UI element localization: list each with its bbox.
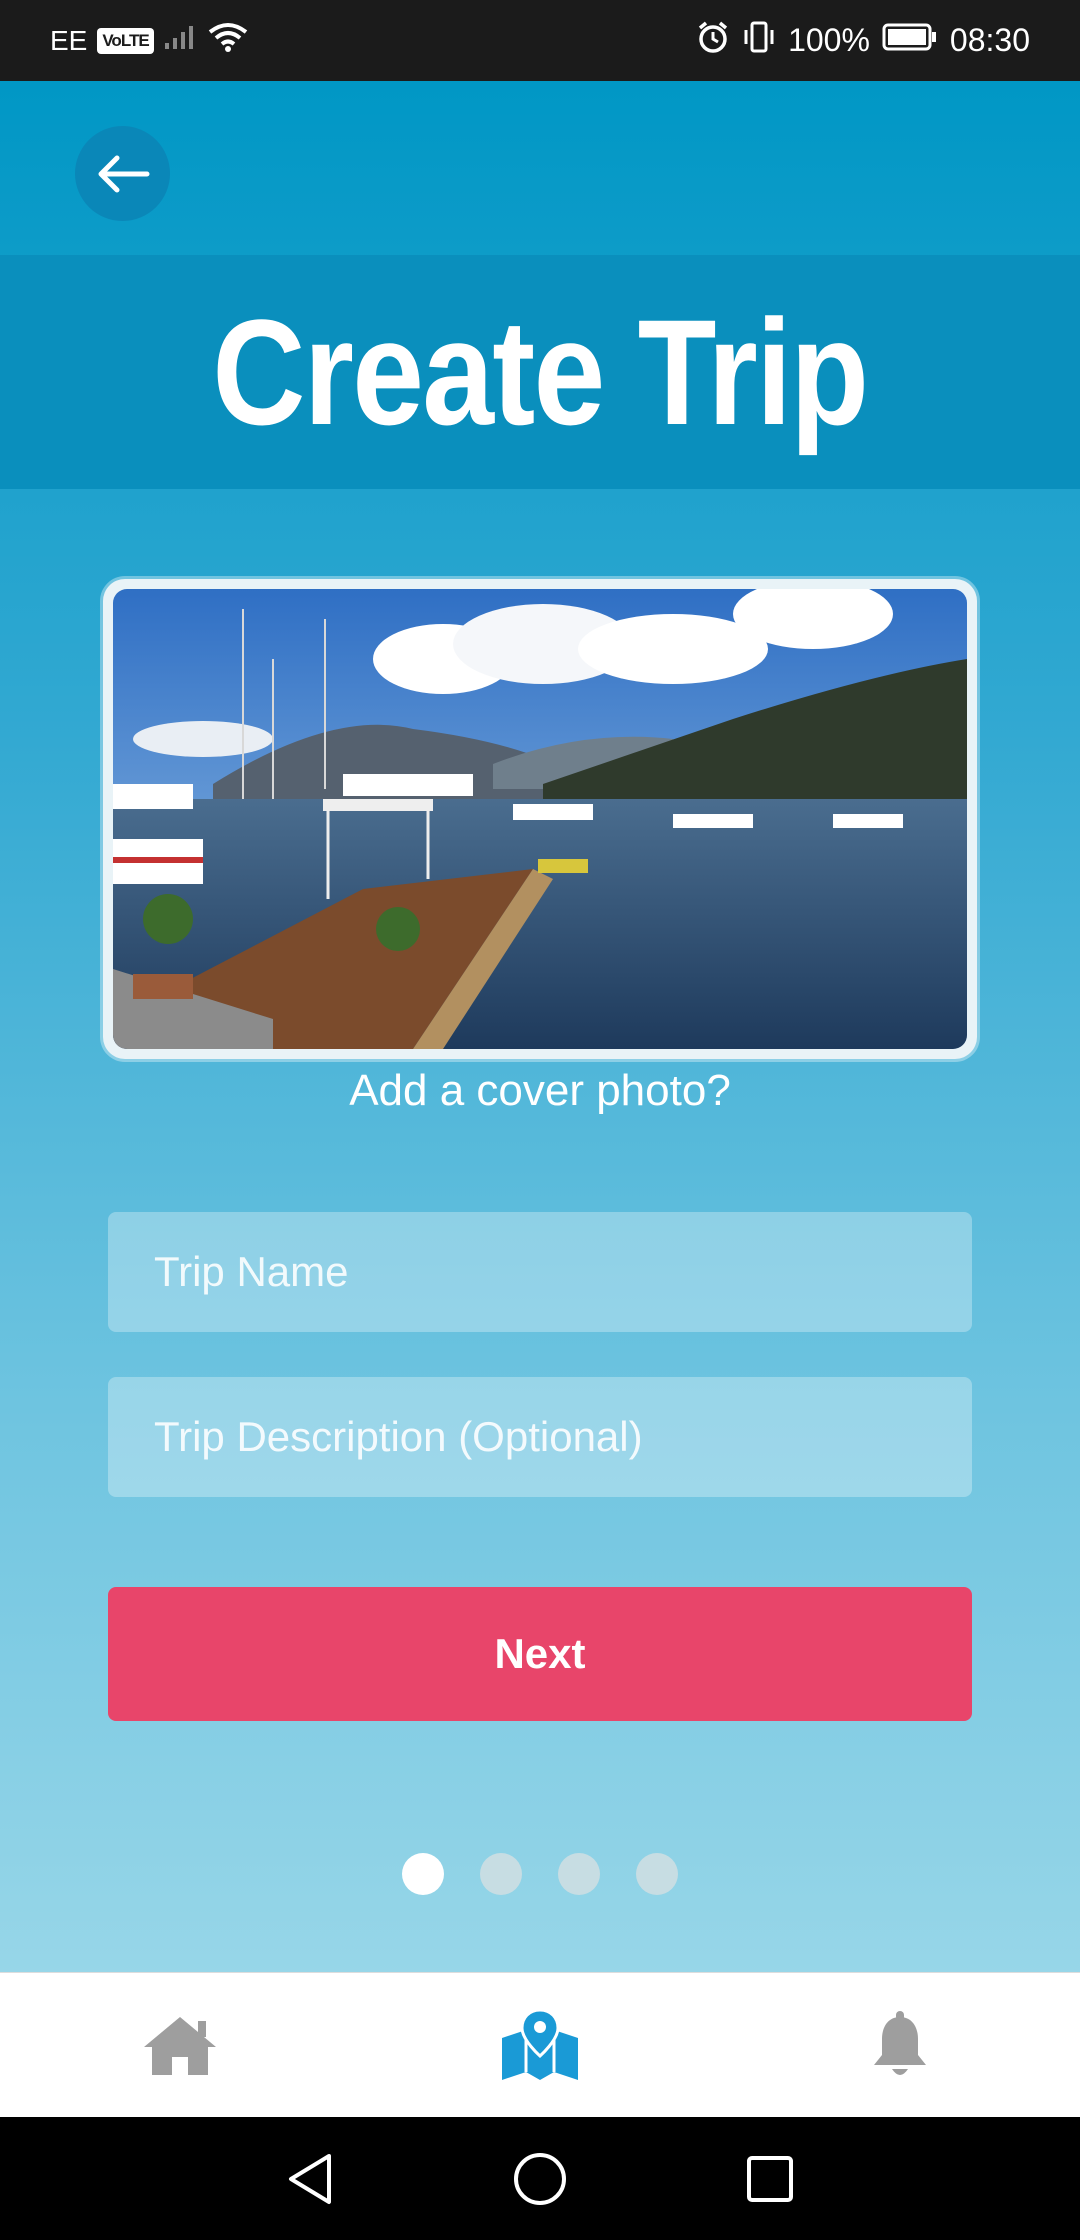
trip-description-input[interactable]	[108, 1377, 972, 1497]
cover-photo-caption[interactable]: Add a cover photo?	[0, 1066, 1080, 1116]
battery-icon	[882, 22, 938, 60]
volte-badge: VoLTE	[97, 27, 154, 54]
page-indicator	[0, 1853, 1080, 1895]
nav-home-button[interactable]	[100, 1973, 260, 2118]
page-dot-1	[402, 1853, 444, 1895]
title-band: Create Trip	[0, 255, 1080, 489]
status-right: 100% 08:30	[696, 0, 1030, 81]
home-icon	[144, 2016, 216, 2075]
carrier-label: EE	[50, 24, 88, 56]
alarm-icon	[696, 20, 730, 62]
page-dot-4	[636, 1853, 678, 1895]
battery-level: 100%	[788, 22, 870, 58]
nav-trips-button[interactable]	[460, 1973, 620, 2118]
page-title: Create Trip	[212, 287, 870, 456]
page-dot-2	[480, 1853, 522, 1895]
page-dot-3	[558, 1853, 600, 1895]
create-trip-screen: Create Trip Add a cover photo? Trip Name…	[0, 81, 1080, 1972]
system-back-button[interactable]	[250, 2117, 370, 2240]
status-bar: EE VoLTE 100% 08:30	[0, 0, 1080, 81]
cover-photo[interactable]	[103, 579, 977, 1059]
next-button[interactable]: Next	[108, 1587, 972, 1721]
circle-home-icon	[514, 2152, 566, 2205]
square-recents-icon	[747, 2155, 793, 2202]
system-recents-button[interactable]	[710, 2117, 830, 2240]
status-left: EE VoLTE	[50, 0, 248, 81]
map-icon	[502, 2007, 578, 2080]
signal-icon	[164, 23, 198, 58]
harbor-photo	[113, 589, 967, 1049]
system-nav-bar	[0, 2117, 1080, 2240]
arrow-left-icon	[98, 155, 149, 192]
bell-icon	[874, 2010, 926, 2075]
vibrate-icon	[742, 20, 776, 62]
triangle-back-icon	[289, 2153, 331, 2204]
wifi-icon	[208, 22, 248, 59]
system-home-button[interactable]	[480, 2117, 600, 2240]
clock: 08:30	[949, 22, 1030, 58]
nav-notifications-button[interactable]	[820, 1973, 980, 2118]
back-button[interactable]	[75, 126, 170, 221]
trip-name-input[interactable]	[108, 1212, 972, 1332]
bottom-nav	[0, 1972, 1080, 2118]
